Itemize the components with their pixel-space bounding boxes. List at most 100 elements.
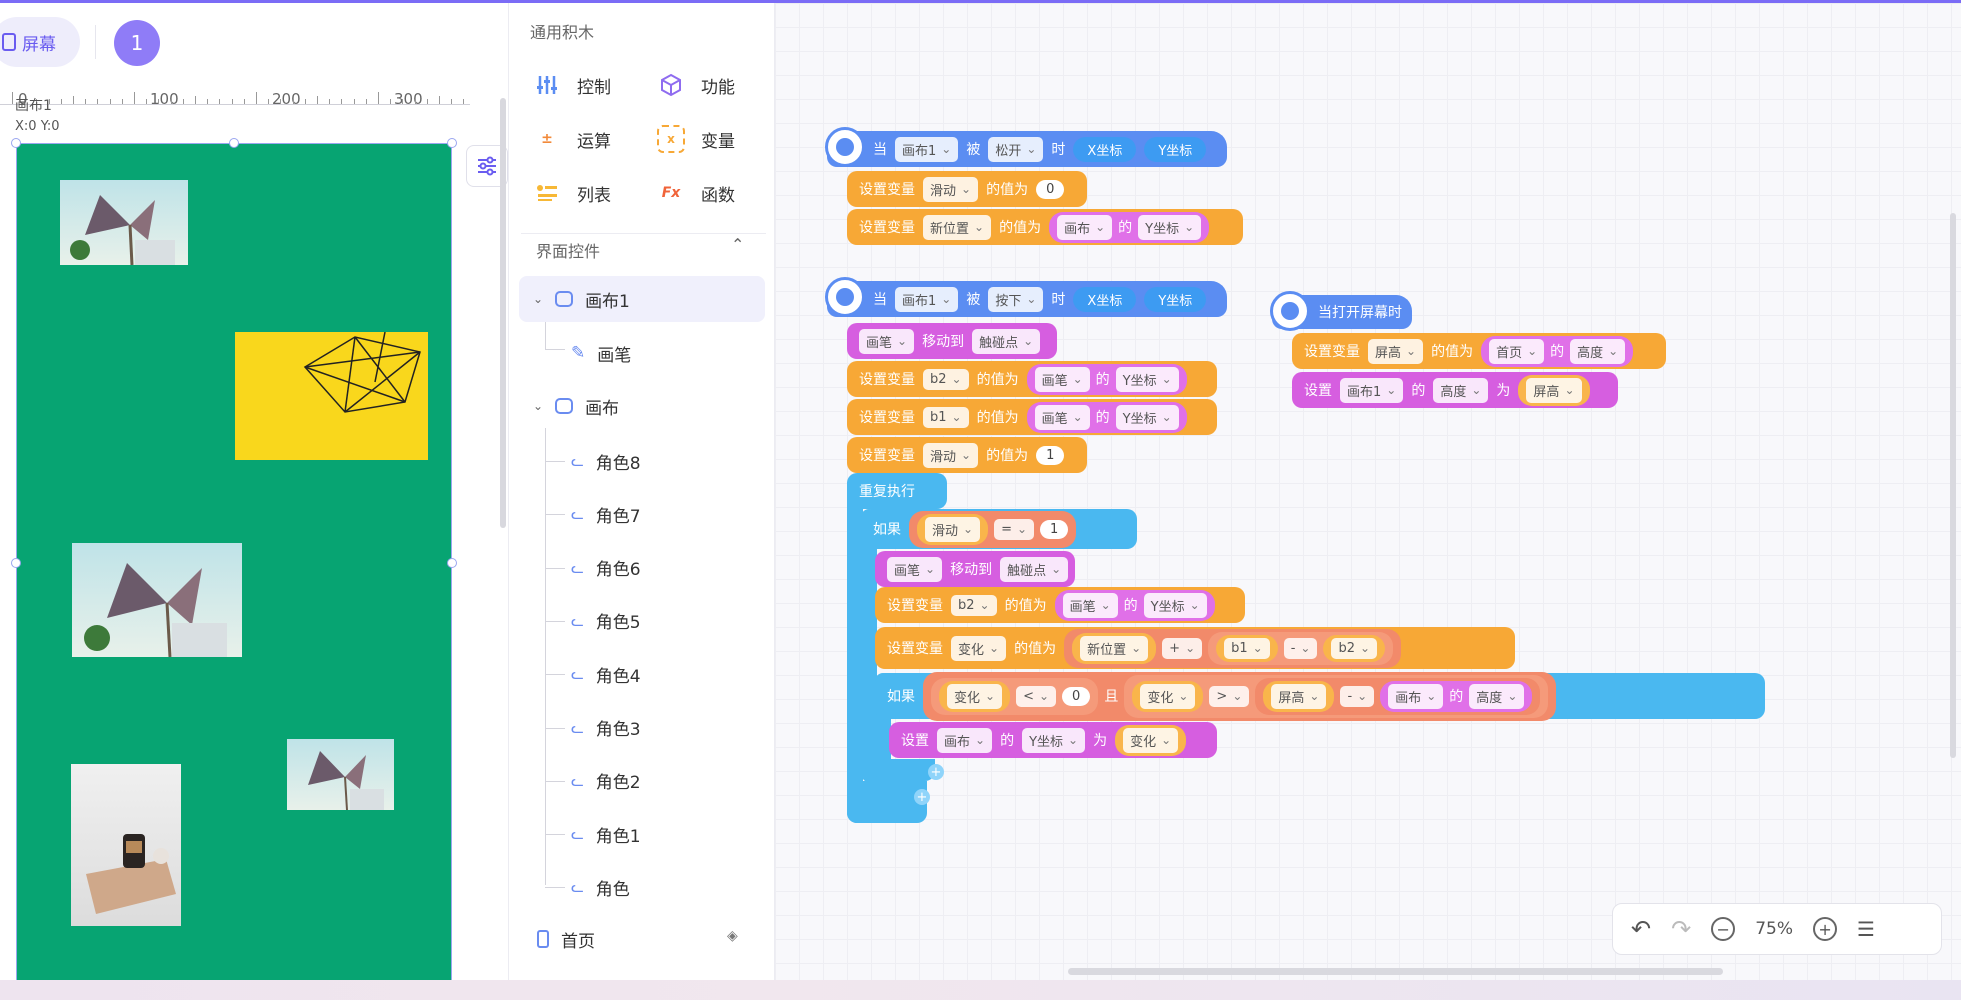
- dropdown-variable[interactable]: b2: [1331, 637, 1378, 659]
- tree-item-role[interactable]: ᓚ 角色7: [571, 491, 641, 537]
- sprite-geometric[interactable]: [235, 332, 428, 460]
- category-function[interactable]: 功能: [657, 71, 735, 99]
- resize-handle[interactable]: [11, 558, 21, 568]
- set-variable-block[interactable]: 设置变量 b2 的值为 画笔 的 Y坐标: [875, 587, 1245, 623]
- dropdown-variable[interactable]: 变化: [1123, 727, 1179, 753]
- collapse-chevron-icon[interactable]: ⌃: [731, 235, 744, 254]
- dropdown-variable[interactable]: 屏高: [1526, 377, 1582, 403]
- dropdown-variable[interactable]: 变化: [1140, 683, 1196, 709]
- category-control[interactable]: 控制: [533, 71, 611, 99]
- if-block[interactable]: 如果 滑动 = 1: [861, 509, 1137, 549]
- number-input[interactable]: 0: [1036, 179, 1065, 199]
- repeat-forever-block[interactable]: 重复执行: [847, 473, 947, 509]
- set-variable-block[interactable]: 设置变量 变化 的值为 新位置 + b1 - b2: [875, 627, 1515, 669]
- dropdown-property[interactable]: Y坐标: [1115, 366, 1179, 392]
- dropdown-property[interactable]: Y坐标: [1138, 214, 1202, 240]
- property-reporter[interactable]: 画笔 的 Y坐标: [1054, 589, 1215, 621]
- dropdown-object[interactable]: 画布1: [1340, 377, 1404, 403]
- operator-reporter[interactable]: 屏高 - 画布 的 高度: [1255, 677, 1541, 715]
- dropdown-property[interactable]: Y坐标: [1022, 727, 1086, 753]
- redo-icon[interactable]: ↷: [1671, 915, 1691, 943]
- dropdown-pen[interactable]: 画笔: [859, 328, 915, 354]
- dropdown-operator[interactable]: >: [1209, 685, 1250, 707]
- dropdown-pen[interactable]: 画笔: [887, 556, 943, 582]
- undo-icon[interactable]: ↶: [1631, 915, 1651, 943]
- comparison-reporter[interactable]: 滑动 = 1: [909, 510, 1077, 548]
- workspace-horizontal-scrollbar[interactable]: [1068, 968, 1723, 975]
- set-property-block[interactable]: 设置 画布 的 Y坐标 为 变化: [889, 722, 1217, 758]
- number-input[interactable]: 0: [1062, 686, 1091, 706]
- dropdown-object[interactable]: 首页: [1489, 338, 1545, 364]
- tree-item-role[interactable]: ᓚ 角色2: [571, 758, 641, 804]
- tree-item-canvas[interactable]: ⌄ 画布: [519, 383, 619, 429]
- dropdown-operator[interactable]: =: [994, 518, 1035, 540]
- dropdown-variable[interactable]: b1: [923, 406, 969, 428]
- variable-reporter[interactable]: 变化: [1115, 724, 1187, 756]
- param-y[interactable]: Y坐标: [1144, 286, 1207, 312]
- dropdown-variable[interactable]: 新位置: [923, 214, 992, 240]
- zoom-in-icon[interactable]: +: [1813, 917, 1838, 941]
- tree-item-role[interactable]: ᓚ 角色1: [571, 811, 641, 857]
- code-workspace[interactable]: 当 画布1 被 松开 时 X坐标 Y坐标 设置变量 滑动 的值为 0 设置变量 …: [775, 3, 1961, 980]
- operator-reporter[interactable]: b1 - b2: [1208, 631, 1394, 665]
- tree-item-pen[interactable]: ✎ 画笔: [571, 330, 631, 376]
- tree-item-role[interactable]: ᓚ 角色6: [571, 545, 641, 591]
- number-input[interactable]: 1: [1036, 445, 1065, 465]
- sprite-pinwheel-large[interactable]: [72, 543, 242, 657]
- dropdown-property[interactable]: 高度: [1570, 338, 1626, 364]
- layers-icon[interactable]: ◈: [727, 928, 738, 944]
- dropdown-canvas[interactable]: 画布1: [895, 136, 959, 162]
- property-reporter[interactable]: 画笔 的 Y坐标: [1026, 363, 1187, 395]
- dropdown-object[interactable]: 画布: [1388, 683, 1444, 709]
- resize-handle[interactable]: [447, 138, 457, 148]
- variable-reporter[interactable]: b2: [1323, 634, 1386, 662]
- tree-item-role[interactable]: ᓚ 角色5: [571, 598, 641, 644]
- comparison-reporter[interactable]: 变化 > 屏高 - 画布 的 高度: [1124, 674, 1549, 718]
- dropdown-operator[interactable]: -: [1340, 685, 1375, 707]
- tree-item-role[interactable]: ᓚ 角色3: [571, 705, 641, 751]
- dropdown-operator[interactable]: -: [1283, 637, 1318, 659]
- variable-reporter[interactable]: 新位置: [1072, 632, 1157, 664]
- comparison-reporter[interactable]: 变化 < 0: [931, 677, 1099, 715]
- if-block[interactable]: 如果 变化 < 0 且 变化 > 屏高 - 画布 的 高度: [875, 671, 1765, 721]
- variable-reporter[interactable]: 屏高: [1263, 680, 1335, 712]
- set-property-block[interactable]: 设置 画布1 的 高度 为 屏高: [1292, 372, 1618, 408]
- category-variables[interactable]: x 变量: [657, 125, 735, 153]
- dropdown-variable[interactable]: 屏高: [1271, 683, 1327, 709]
- variable-reporter[interactable]: b1: [1216, 634, 1278, 662]
- dropdown-event[interactable]: 按下: [988, 286, 1044, 312]
- param-x[interactable]: X坐标: [1073, 286, 1137, 312]
- dropdown-property[interactable]: Y坐标: [1143, 592, 1207, 618]
- align-blocks-icon[interactable]: ☰: [1857, 917, 1875, 941]
- dropdown-event[interactable]: 松开: [988, 136, 1044, 162]
- sprite-pinwheel-small[interactable]: [287, 739, 394, 810]
- operator-reporter[interactable]: 新位置 + b1 - b2: [1064, 628, 1402, 668]
- param-y[interactable]: Y坐标: [1144, 136, 1207, 162]
- dropdown-object[interactable]: 画笔: [1034, 404, 1090, 430]
- category-functions[interactable]: Fx 函数: [657, 179, 735, 207]
- set-variable-block[interactable]: 设置变量 屏高 的值为 首页 的 高度: [1292, 333, 1666, 369]
- dropdown-variable[interactable]: 变化: [947, 683, 1003, 709]
- set-variable-block[interactable]: 设置变量 滑动 的值为 1: [847, 437, 1087, 473]
- tree-item-role[interactable]: ᓚ 角色: [571, 864, 630, 910]
- category-lists[interactable]: 列表: [533, 179, 611, 207]
- dropdown-variable[interactable]: 滑动: [923, 176, 979, 202]
- dropdown-object[interactable]: 画布: [1057, 214, 1113, 240]
- dropdown-target[interactable]: 触碰点: [1000, 556, 1069, 582]
- set-variable-block[interactable]: 设置变量 b1 的值为 画笔 的 Y坐标: [847, 399, 1217, 435]
- dropdown-object[interactable]: 画布: [937, 727, 993, 753]
- variable-reporter[interactable]: 屏高: [1518, 374, 1590, 406]
- event-block-press[interactable]: 当 画布1 被 按下 时 X坐标 Y坐标: [825, 277, 1227, 317]
- set-variable-block[interactable]: 设置变量 新位置 的值为 画布 的 Y坐标: [847, 209, 1243, 245]
- dropdown-operator[interactable]: +: [1162, 637, 1203, 659]
- tree-item-home[interactable]: 首页: [537, 916, 595, 962]
- pen-move-block[interactable]: 画笔 移动到 触碰点: [875, 551, 1075, 587]
- param-x[interactable]: X坐标: [1073, 136, 1137, 162]
- dropdown-variable[interactable]: 屏高: [1368, 338, 1424, 364]
- dropdown-object[interactable]: 画笔: [1062, 592, 1118, 618]
- dropdown-variable[interactable]: 变化: [951, 635, 1007, 661]
- screen-button[interactable]: 屏幕: [0, 17, 80, 67]
- dropdown-object[interactable]: 画笔: [1034, 366, 1090, 392]
- property-reporter[interactable]: 首页 的 高度: [1481, 335, 1634, 367]
- tree-item-role[interactable]: ᓚ 角色4: [571, 651, 641, 697]
